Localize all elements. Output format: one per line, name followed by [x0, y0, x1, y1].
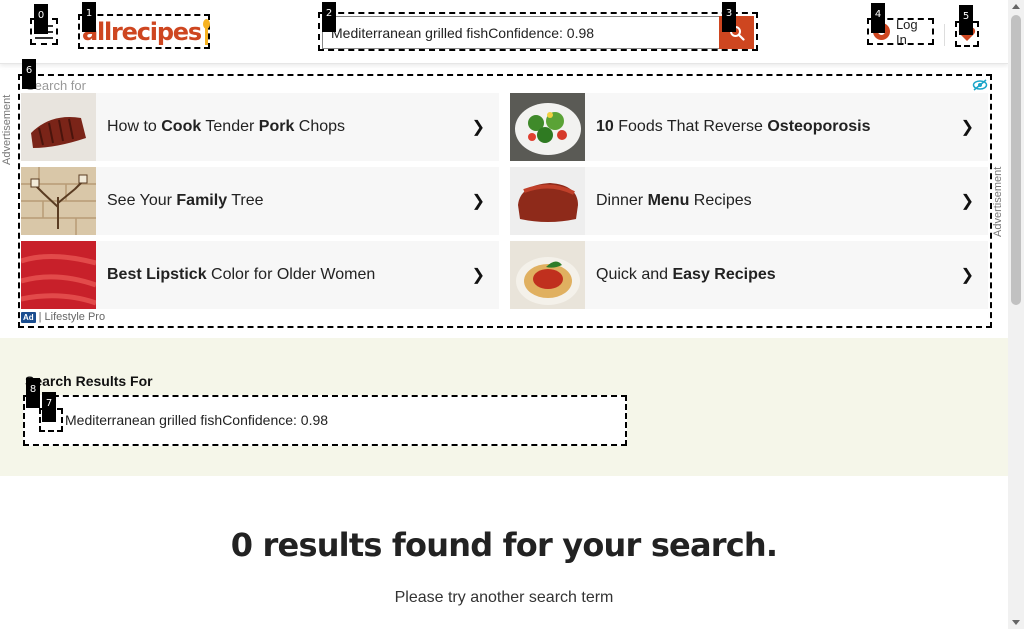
element-badge: 2	[322, 2, 336, 32]
ad-tile[interactable]: How to Cook Tender Pork Chops ❯	[21, 93, 499, 161]
page-scrollbar[interactable]	[1008, 0, 1024, 629]
ad-tile[interactable]: Dinner Menu Recipes ❯	[510, 167, 988, 235]
ad-tile[interactable]: Quick and Easy Recipes ❯	[510, 241, 988, 309]
try-another-text: Please try another search term	[394, 589, 614, 606]
element-badge: 0	[34, 4, 48, 34]
chevron-right-icon: ❯	[960, 119, 974, 136]
scroll-down-icon[interactable]	[1012, 620, 1020, 625]
ad-sponsor[interactable]: Lifestyle Pro	[45, 311, 106, 323]
ad-tile[interactable]: Best Lipstick Color for Older Women ❯	[21, 241, 499, 309]
element-badge: 1	[82, 2, 96, 32]
site-header: allrecipes Log In	[0, 0, 1008, 64]
spoon-icon	[202, 18, 211, 45]
ad-tile-label: How to Cook Tender Pork Chops	[107, 118, 346, 135]
no-results-heading: 0 results found for your search.	[230, 526, 778, 564]
element-badge: 5	[959, 5, 973, 35]
ad-tile[interactable]: See Your Family Tree ❯	[21, 167, 499, 235]
spaghetti-image	[510, 241, 585, 309]
salad-image	[510, 93, 585, 161]
ribs-image	[21, 93, 96, 161]
chevron-right-icon: ❯	[471, 193, 485, 210]
ad-tile-label: Best Lipstick Color for Older Women	[107, 266, 376, 283]
element-badge: 8	[26, 378, 40, 408]
chevron-right-icon: ❯	[960, 193, 974, 210]
site-logo[interactable]: allrecipes	[78, 14, 211, 49]
family-tree-image	[21, 167, 96, 235]
chevron-right-icon: ❯	[960, 267, 974, 284]
search-form	[318, 12, 758, 51]
logo-text: allrecipes	[82, 17, 202, 46]
search-input[interactable]	[322, 16, 720, 49]
ad-tile-label: Quick and Easy Recipes	[596, 266, 776, 283]
results-title: Search Results For	[25, 373, 153, 389]
scroll-up-icon[interactable]	[1012, 4, 1020, 9]
ad-side-label: Advertisement	[1, 94, 13, 165]
chevron-right-icon: ❯	[471, 267, 485, 284]
ad-tile-label: See Your Family Tree	[107, 192, 264, 209]
element-badge: 4	[871, 3, 885, 33]
element-badge: 7	[42, 392, 56, 422]
element-badge: 3	[722, 2, 736, 32]
lipstick-image	[21, 241, 96, 309]
element-badge: 6	[22, 59, 36, 89]
ad-footer-divider: |	[38, 311, 42, 323]
ad-choices-icon[interactable]	[972, 78, 988, 92]
ad-side-label: Advertisement	[992, 166, 1004, 237]
ad-tile-label: 10 Foods That Reverse Osteoporosis	[596, 118, 871, 135]
ad-tile[interactable]: 10 Foods That Reverse Osteoporosis ❯	[510, 93, 988, 161]
ad-footer: Ad | Lifestyle Pro	[21, 311, 105, 323]
ad-tile-label: Dinner Menu Recipes	[596, 192, 752, 209]
meatloaf-image	[510, 167, 585, 235]
header-divider	[944, 24, 945, 46]
chevron-right-icon: ❯	[471, 119, 485, 136]
ad-mark: Ad	[21, 311, 36, 323]
search-term-label: Mediterranean grilled fishConfidence: 0.…	[65, 412, 329, 428]
login-label: Log In	[895, 16, 918, 47]
scroll-thumb[interactable]	[1011, 15, 1021, 305]
hamburger-icon	[35, 36, 53, 39]
